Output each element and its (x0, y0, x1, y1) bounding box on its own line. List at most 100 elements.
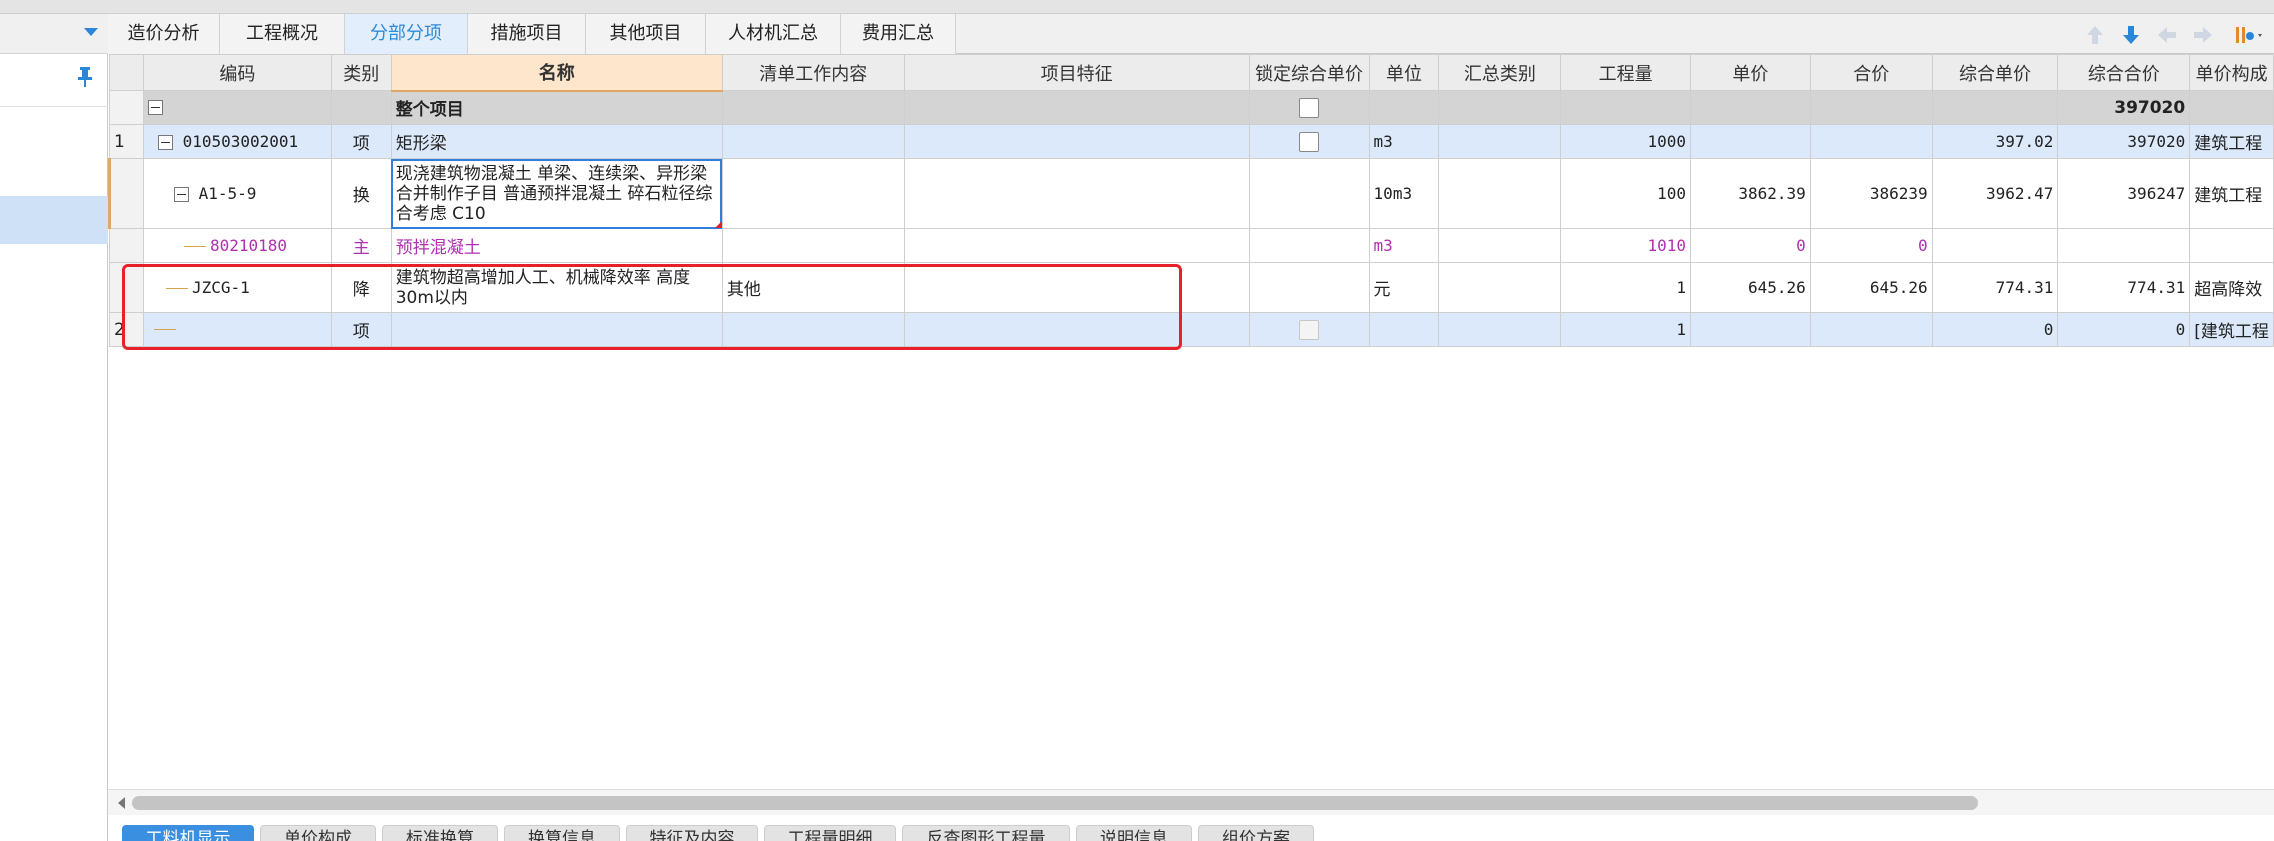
cell-type[interactable] (330, 90, 392, 125)
bottom-tab-standard-conversion[interactable]: 标准换算 (382, 825, 498, 841)
lock-price-checkbox[interactable] (1299, 319, 1320, 340)
bottom-tab-price-composition[interactable]: 单价构成 (260, 825, 376, 841)
cell-total-price[interactable]: 0 (1809, 228, 1933, 263)
cell-code[interactable]: A1-5-9 (142, 158, 332, 229)
cell-unit-price[interactable]: 645.26 (1689, 262, 1811, 313)
cell-code[interactable]: JZCG-1 (142, 262, 332, 313)
cell-work-content[interactable] (721, 158, 905, 229)
cell-summary-type[interactable] (1438, 262, 1562, 313)
cell-composite-unit-price[interactable] (1931, 228, 2059, 263)
cell-lock-price[interactable] (1248, 158, 1370, 229)
col-header-type[interactable]: 类别 (330, 54, 392, 91)
cell-lock-price[interactable] (1248, 312, 1370, 347)
scroll-left-icon[interactable] (118, 797, 125, 809)
table-row[interactable]: JZCG-1 降 建筑物超高增加人工、机械降效率 高度30m以内 其他 元 1 … (109, 262, 2274, 313)
cell-unit-price[interactable]: 0 (1689, 228, 1811, 263)
cell-composite-total[interactable]: 397020 (2057, 124, 2191, 159)
col-header-summary-type[interactable]: 汇总类别 (1438, 54, 1562, 91)
bottom-tab-conversion-info[interactable]: 换算信息 (504, 825, 620, 841)
col-header-lock-price[interactable]: 锁定综合单价 (1248, 54, 1370, 91)
cell-unit-price[interactable]: 3862.39 (1689, 158, 1811, 229)
cell-unit-price[interactable] (1689, 124, 1811, 159)
collapse-toggle-icon[interactable] (147, 100, 163, 115)
cell-work-content[interactable] (721, 312, 905, 347)
cell-unit[interactable] (1368, 312, 1440, 347)
table-row-whole-project[interactable]: 整个项目 397020 (109, 90, 2274, 125)
bottom-tab-material-display[interactable]: 工料机显示 (122, 825, 254, 841)
left-panel-selected-item[interactable] (0, 196, 108, 244)
cell-quantity[interactable]: 1010 (1560, 228, 1691, 263)
cell-features[interactable] (903, 158, 1250, 229)
cell-lock-price[interactable] (1248, 262, 1370, 313)
col-header-features[interactable]: 项目特征 (903, 54, 1250, 91)
col-header-price-composition[interactable]: 单价构成 (2189, 54, 2274, 91)
col-header-name[interactable]: 名称 (390, 54, 723, 92)
tab-sub-items[interactable]: 分部分项 (345, 14, 468, 54)
cell-features[interactable] (903, 90, 1250, 125)
cell-code[interactable]: 80210180 (142, 228, 332, 263)
cell-total-price[interactable] (1809, 312, 1933, 347)
cell-total-price[interactable] (1809, 90, 1933, 125)
arrow-right-icon[interactable] (2192, 24, 2214, 46)
cell-composite-total[interactable]: 774.31 (2057, 262, 2191, 313)
scrollbar-thumb[interactable] (132, 796, 1978, 810)
cell-work-content[interactable] (721, 90, 905, 125)
col-header-unit-price[interactable]: 单价 (1689, 54, 1811, 91)
arrow-left-icon[interactable] (2156, 24, 2178, 46)
cell-type[interactable]: 降 (330, 262, 392, 313)
horizontal-scrollbar[interactable] (108, 789, 2274, 815)
cell-features[interactable] (903, 262, 1250, 313)
cell-features[interactable] (903, 312, 1250, 347)
table-row[interactable]: 80210180 主 预拌混凝土 m3 1010 0 0 (109, 228, 2274, 263)
cell-price-composition[interactable]: 建筑工程 (2189, 124, 2274, 159)
table-row[interactable]: 1 010503002001 项 矩形梁 m3 1000 397.02 3970… (109, 124, 2274, 159)
collapse-toggle-icon[interactable] (157, 135, 173, 150)
cell-name[interactable]: 整个项目 (390, 90, 723, 125)
cell-features[interactable] (903, 124, 1250, 159)
tab-cost-analysis[interactable]: 造价分析 (108, 14, 220, 54)
cell-composite-unit-price[interactable]: 397.02 (1931, 124, 2059, 159)
cell-unit[interactable]: 10m3 (1368, 158, 1440, 229)
bottom-tab-quantity-details[interactable]: 工程量明细 (764, 825, 896, 841)
col-header-total-price[interactable]: 合价 (1809, 54, 1933, 91)
collapse-toggle-icon[interactable] (173, 187, 189, 202)
cell-lock-price[interactable] (1248, 90, 1370, 125)
cell-price-composition[interactable] (2189, 228, 2274, 263)
left-panel-header[interactable] (0, 14, 108, 54)
cell-unit[interactable]: 元 (1368, 262, 1440, 313)
tab-project-overview[interactable]: 工程概况 (220, 14, 345, 54)
cell-total-price[interactable]: 645.26 (1809, 262, 1933, 313)
cell-summary-type[interactable] (1438, 124, 1562, 159)
cell-total-price[interactable]: 386239 (1809, 158, 1933, 229)
cell-name[interactable]: 矩形梁 (390, 124, 723, 159)
cell-price-composition[interactable]: 建筑工程 (2189, 158, 2274, 229)
cell-unit-price[interactable] (1689, 312, 1811, 347)
bottom-tab-description[interactable]: 说明信息 (1076, 825, 1192, 841)
col-header-quantity[interactable]: 工程量 (1560, 54, 1691, 91)
col-header-composite-unit-price[interactable]: 综合单价 (1931, 54, 2059, 91)
cell-quantity[interactable]: 1000 (1560, 124, 1691, 159)
tab-labor-material-summary[interactable]: 人材机汇总 (706, 14, 841, 54)
cell-composite-unit-price[interactable]: 774.31 (1931, 262, 2059, 313)
cell-quantity[interactable]: 100 (1560, 158, 1691, 229)
col-header-unit[interactable]: 单位 (1368, 54, 1440, 91)
cell-work-content[interactable]: 其他 (721, 262, 905, 313)
pin-icon[interactable] (77, 66, 93, 88)
cell-composite-total[interactable]: 397020 (2057, 90, 2191, 125)
cell-type[interactable]: 主 (330, 228, 392, 263)
tab-other-items[interactable]: 其他项目 (586, 14, 706, 54)
cell-code[interactable] (142, 90, 332, 125)
cell-composite-unit-price[interactable]: 0 (1931, 312, 2059, 347)
cell-price-composition[interactable]: 超高降效 (2189, 262, 2274, 313)
cell-code[interactable] (142, 312, 332, 347)
cell-type[interactable]: 换 (330, 158, 392, 229)
tab-measures[interactable]: 措施项目 (468, 14, 586, 54)
tab-cost-summary[interactable]: 费用汇总 (841, 14, 956, 54)
col-header-composite-total[interactable]: 综合合价 (2057, 54, 2191, 91)
cell-lock-price[interactable] (1248, 228, 1370, 263)
cell-name[interactable]: 建筑物超高增加人工、机械降效率 高度30m以内 (390, 262, 723, 313)
cell-unit[interactable]: m3 (1368, 228, 1440, 263)
tools-icon[interactable] (2234, 24, 2264, 46)
cell-composite-unit-price[interactable] (1931, 90, 2059, 125)
cell-quantity[interactable]: 1 (1560, 312, 1691, 347)
